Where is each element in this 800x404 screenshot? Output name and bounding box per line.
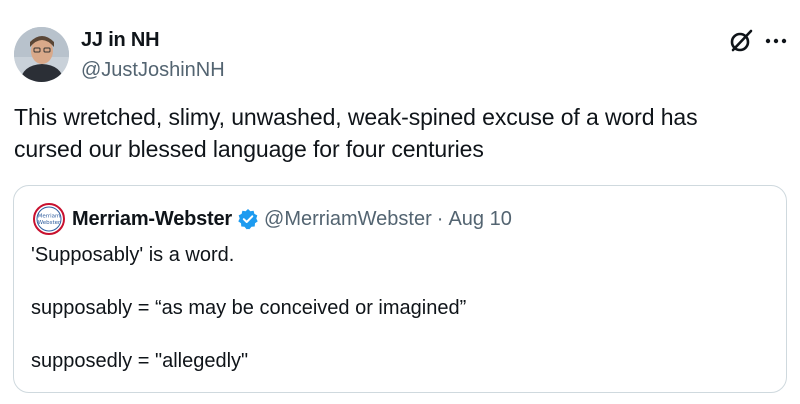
author-handle[interactable]: @JustJoshinNH bbox=[81, 58, 225, 82]
more-icon[interactable] bbox=[763, 31, 789, 51]
profile-photo bbox=[14, 27, 69, 82]
quoted-author-name[interactable]: Merriam-Webster bbox=[72, 206, 232, 232]
quoted-post-header: Merriam-Webster @MerriamWebster · Aug 10 bbox=[72, 206, 512, 232]
post-text-line: This wretched, slimy, unwashed, weak-spi… bbox=[14, 104, 698, 130]
quoted-text-line: 'Supposably' is a word. bbox=[31, 244, 235, 266]
post-text: This wretched, slimy, unwashed, weak-spi… bbox=[14, 101, 784, 165]
avatar[interactable] bbox=[14, 27, 69, 82]
grok-icon[interactable] bbox=[727, 27, 755, 55]
logo-text: Merriam bbox=[38, 214, 61, 220]
verified-badge-icon bbox=[238, 209, 258, 230]
merriam-webster-logo: Merriam Webster bbox=[33, 203, 65, 235]
quoted-author-handle[interactable]: @MerriamWebster bbox=[264, 206, 432, 232]
separator-dot: · bbox=[436, 208, 444, 230]
quoted-post-date[interactable]: Aug 10 bbox=[448, 206, 511, 232]
logo-text: Webster bbox=[38, 220, 61, 226]
quoted-text-line: supposedly = "allegedly" bbox=[31, 350, 249, 372]
author-name[interactable]: JJ in NH bbox=[81, 28, 160, 52]
quoted-text-line: supposably = “as may be conceived or ima… bbox=[31, 297, 467, 319]
quoted-post-card[interactable]: Merriam Webster Merriam-Webster @Merriam… bbox=[13, 185, 787, 393]
post-text-line: cursed our blessed language for four cen… bbox=[14, 136, 484, 162]
post: JJ in NH @JustJoshinNH This wretched, sl… bbox=[0, 0, 800, 404]
